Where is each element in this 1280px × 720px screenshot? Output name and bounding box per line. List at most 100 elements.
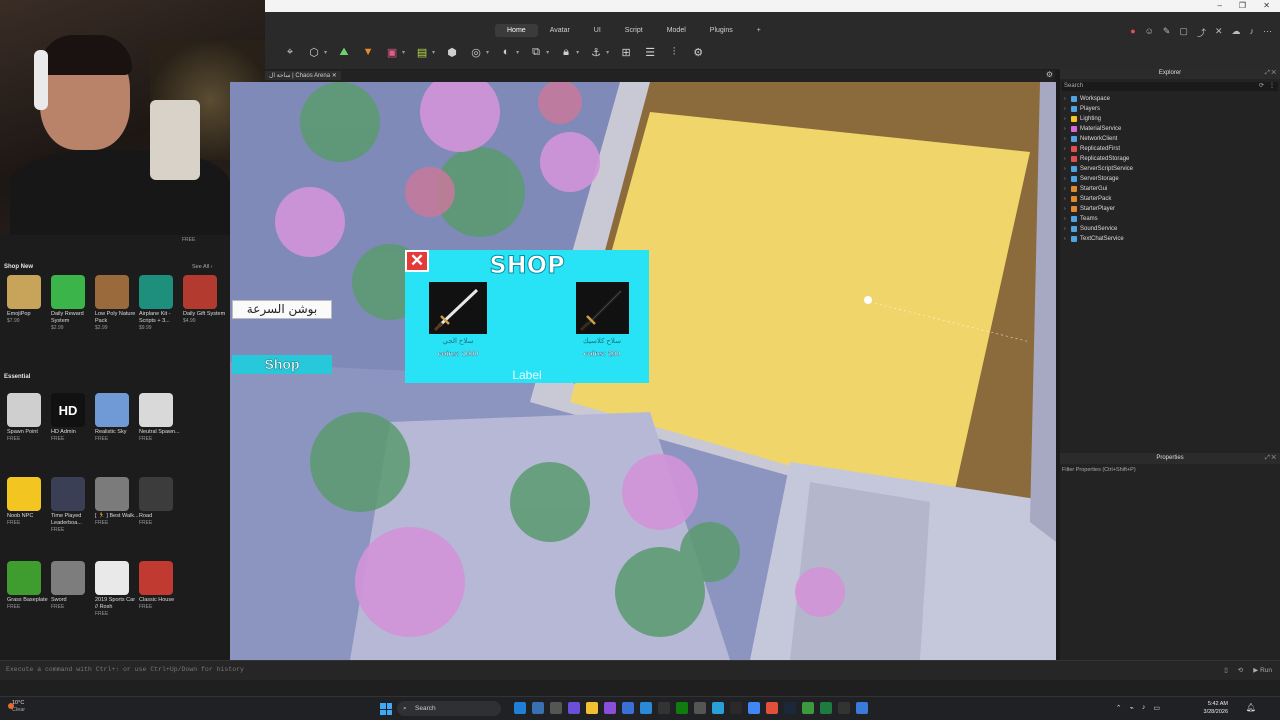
explorer-item[interactable]: › Workspace [1060, 94, 1280, 104]
shop-open-button[interactable]: Shop [232, 355, 332, 374]
chevron-right-icon[interactable]: › [1064, 214, 1068, 224]
chevron-down-icon[interactable]: ▾ [546, 49, 549, 56]
app-icon[interactable] [694, 702, 706, 714]
toolbox-asset[interactable]: Classic House FREE [139, 561, 183, 610]
explorer-item[interactable]: › StarterPlayer [1060, 204, 1280, 214]
tab-script[interactable]: Script [613, 24, 655, 37]
explorer-item[interactable]: › Players [1060, 104, 1280, 114]
explorer-item[interactable]: › ServerStorage [1060, 174, 1280, 184]
chevron-right-icon[interactable]: › [1064, 124, 1068, 134]
menu-icon[interactable]: ⋮ [1269, 82, 1275, 91]
explorer-item[interactable]: › ServerScriptService [1060, 164, 1280, 174]
edge-icon[interactable] [514, 702, 526, 714]
window-icon[interactable]: ▢ [1179, 26, 1188, 39]
tab-plugins[interactable]: Plugins [698, 24, 745, 37]
chevron-down-icon[interactable]: ▾ [576, 49, 579, 56]
minimize-icon[interactable]: – [1218, 0, 1222, 11]
chevron-right-icon[interactable]: › [1064, 184, 1068, 194]
group-icon[interactable]: ⧉ [529, 45, 543, 59]
steam-icon[interactable] [784, 702, 796, 714]
tab-ui[interactable]: UI [582, 24, 613, 37]
explorer-item[interactable]: › MaterialService [1060, 124, 1280, 134]
clock[interactable]: 5:42 AM 3/28/2026 [1204, 700, 1228, 716]
chevron-right-icon[interactable]: › [1064, 104, 1068, 114]
toolbox-asset[interactable]: Noob NPC FREE [7, 477, 51, 526]
notepad-icon[interactable] [640, 702, 652, 714]
chevron-down-icon[interactable]: ▾ [516, 49, 519, 56]
run-button[interactable]: ▶ Run [1253, 666, 1272, 674]
package-icon[interactable]: ⬢ [445, 45, 459, 59]
start-icon[interactable] [380, 703, 392, 715]
toolbox-asset[interactable]: Daily Reward System $2.99 [51, 275, 95, 331]
bookmark-icon[interactable]: ▯ [1224, 666, 1228, 674]
color-icon[interactable]: ◐ [499, 45, 513, 59]
toolbox-asset[interactable]: Low Poly Nature Pack $2.99 [95, 275, 139, 331]
weather-widget[interactable]: 10°C Clear [8, 700, 25, 714]
close-window-icon[interactable]: ✕ [1263, 0, 1270, 11]
explorer-item[interactable]: › ReplicatedStorage [1060, 154, 1280, 164]
chevron-down-icon[interactable]: ▾ [402, 49, 405, 56]
toolbox-asset[interactable]: HD HD Admin FREE [51, 393, 95, 442]
part-icon[interactable]: ⬡ [307, 45, 321, 59]
user-icon[interactable]: ☺ [1145, 26, 1154, 39]
chevron-right-icon[interactable]: › [1064, 234, 1068, 244]
chevron-down-icon[interactable]: ▾ [486, 49, 489, 56]
toolbox-asset[interactable]: Grass Baseplate FREE [7, 561, 51, 610]
chevron-right-icon[interactable]: › [1064, 164, 1068, 174]
history-icon[interactable]: ⟲ [1238, 666, 1243, 674]
maximize-icon[interactable]: ❐ [1239, 0, 1246, 11]
explorer-item[interactable]: › StarterGui [1060, 184, 1280, 194]
cloud-icon[interactable]: ☁ [1232, 26, 1241, 39]
shop-item-card[interactable] [576, 282, 629, 334]
battery-icon[interactable]: ▭ [1153, 704, 1160, 712]
panel-options-icon[interactable]: ⤢ ✕ [1265, 68, 1276, 79]
chevron-right-icon[interactable]: › [1064, 204, 1068, 214]
script-icon[interactable]: ▤ [415, 45, 429, 59]
chevron-right-icon[interactable]: › [1064, 154, 1068, 164]
network-icon[interactable]: ⌁ [1130, 704, 1134, 712]
app-icon[interactable] [658, 702, 670, 714]
minecraft-icon[interactable] [802, 702, 814, 714]
panel-options-icon[interactable]: ⤢ ✕ [1265, 453, 1276, 464]
toolbox-asset[interactable]: Sword FREE [51, 561, 95, 610]
terminal-icon[interactable] [550, 702, 562, 714]
toolbox-asset[interactable]: Time Played Leaderboa... FREE [51, 477, 95, 533]
toolbox-asset[interactable]: Daily Gift System $4.99 [183, 275, 227, 324]
command-input[interactable]: Execute a command with Ctrl+↑ or use Ctr… [6, 666, 244, 673]
align-icon[interactable]: ⊞ [619, 45, 633, 59]
refresh-icon[interactable]: ⟳ [1259, 82, 1264, 91]
explorer-item[interactable]: › StarterPack [1060, 194, 1280, 204]
chevron-down-icon[interactable]: ▾ [324, 49, 327, 56]
explorer-item[interactable]: › Lighting [1060, 114, 1280, 124]
share-icon[interactable]: ⤴ [1197, 26, 1206, 39]
explorer-item[interactable]: › NetworkClient [1060, 134, 1280, 144]
xbox-icon[interactable] [676, 702, 688, 714]
chrome-icon[interactable] [748, 702, 760, 714]
chevron-up-icon[interactable]: ⌃ [1116, 704, 1122, 712]
edit-icon[interactable]: ✎ [1163, 26, 1171, 39]
notification-icon[interactable]: 🔔︎ [1246, 703, 1256, 712]
chevron-right-icon[interactable]: › [1064, 114, 1068, 124]
toolbox-asset[interactable]: Road FREE [139, 477, 183, 526]
chevron-right-icon[interactable]: › [1064, 144, 1068, 154]
speed-potion-button[interactable]: بوشن السرعة [232, 300, 332, 319]
toolbox-asset[interactable]: EmojiPop $7.99 [7, 275, 51, 324]
see-all-link[interactable]: See All › [192, 264, 212, 270]
pivot-icon[interactable]: ⫶ [667, 45, 681, 59]
excel-icon[interactable] [820, 702, 832, 714]
explorer-item[interactable]: › TextChatService [1060, 234, 1280, 244]
shop-item-card[interactable] [429, 282, 487, 334]
document-tab[interactable]: ساحة ال | Chaos Arena ✕ [265, 71, 341, 80]
folder-icon[interactable] [586, 702, 598, 714]
toolbox-asset[interactable]: [ 🏃 ] Best Walk... FREE [95, 477, 139, 526]
tab-home[interactable]: Home [495, 24, 538, 37]
toolbox-asset[interactable]: 2019 Sports Car // Rosh FREE [95, 561, 139, 617]
anchor-icon[interactable]: ⚓︎ [589, 45, 603, 59]
roblox-studio-icon[interactable] [838, 702, 850, 714]
chevron-right-icon[interactable]: › [1064, 224, 1068, 234]
toolbox-asset[interactable]: Realistic Sky FREE [95, 393, 139, 442]
tab-model[interactable]: Model [655, 24, 698, 37]
chevron-right-icon[interactable]: › [1064, 194, 1068, 204]
explorer-item[interactable]: › Teams [1060, 214, 1280, 224]
app-icon[interactable] [604, 702, 616, 714]
